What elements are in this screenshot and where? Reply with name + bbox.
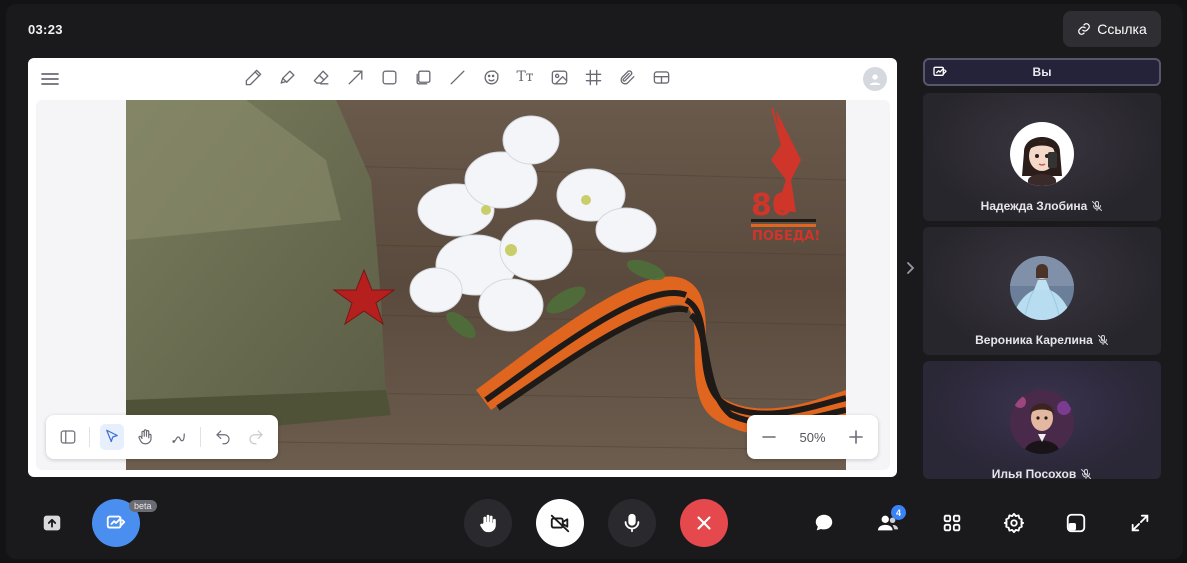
image-icon (551, 69, 567, 85)
laser-tool-button[interactable] (167, 424, 190, 450)
undo-button[interactable] (211, 424, 234, 450)
participant-name-text: Надежда Злобина (980, 199, 1088, 213)
chat-button[interactable] (810, 509, 838, 537)
minus-icon (762, 436, 776, 438)
participant-name: Илья Посохов (923, 467, 1161, 479)
copy-link-button[interactable]: Ссылка (1063, 11, 1161, 47)
fullscreen-button[interactable] (1126, 509, 1154, 537)
self-label: Вы (1032, 65, 1052, 79)
call-timer: 03:23 (28, 22, 63, 37)
upload-icon (43, 515, 61, 531)
line-icon (449, 69, 465, 85)
user-avatar-button[interactable] (863, 67, 887, 91)
participant-tile[interactable]: Илья Посохов (923, 361, 1161, 479)
participant-name-text: Илья Посохов (991, 467, 1077, 479)
hand-icon (480, 514, 496, 533)
whiteboard-icon (106, 515, 126, 529)
whiteboard: Tт 80 ПОБЕДА! 50% (28, 58, 897, 477)
camera-toggle-button[interactable] (536, 499, 584, 547)
zoom-level: 50% (799, 429, 826, 445)
pencil-tool[interactable] (242, 66, 264, 88)
camera-off-icon (550, 514, 570, 533)
pan-tool-button[interactable] (134, 424, 157, 450)
beta-badge: beta (129, 500, 157, 512)
grid-icon (943, 514, 961, 532)
hand-icon (138, 429, 152, 445)
raise-hand-button[interactable] (464, 499, 512, 547)
navigation-toolbar (46, 415, 278, 459)
undo-icon (216, 430, 230, 445)
participants-count-badge: 4 (891, 505, 906, 520)
avatar (1010, 390, 1074, 454)
layout-grid-button[interactable] (938, 509, 966, 537)
panel-toggle-button[interactable] (56, 424, 79, 450)
participant-tile[interactable]: Надежда Злобина (923, 93, 1161, 221)
participant-name: Надежда Злобина (923, 199, 1161, 213)
link-icon (1078, 23, 1091, 35)
gear-icon (1003, 512, 1025, 534)
rectangle-icon (381, 69, 397, 85)
table-icon (653, 70, 669, 84)
avatar (1010, 122, 1074, 186)
pip-icon (1066, 513, 1086, 533)
end-call-button[interactable] (680, 499, 728, 547)
text-icon: Tт (516, 69, 534, 85)
eraser-tool[interactable] (310, 66, 332, 88)
toolbar-divider (89, 427, 91, 447)
grid-tool[interactable] (582, 66, 604, 88)
arrow-icon (347, 69, 363, 85)
redo-button[interactable] (245, 424, 268, 450)
arrow-tool[interactable] (344, 66, 366, 88)
user-icon (869, 74, 881, 85)
expand-icon (1131, 514, 1149, 532)
zoom-control: 50% (747, 415, 878, 459)
picture-in-picture-button[interactable] (1062, 509, 1090, 537)
menu-icon[interactable] (40, 70, 60, 88)
mic-off-icon (1097, 335, 1108, 345)
marker-tool[interactable] (276, 66, 298, 88)
table-tool[interactable] (650, 66, 672, 88)
close-icon (697, 516, 711, 530)
redo-icon (249, 430, 263, 445)
attachment-tool[interactable] (616, 66, 638, 88)
settings-button[interactable] (1000, 509, 1028, 537)
laser-pointer-icon (172, 433, 185, 443)
plus-icon (849, 430, 863, 444)
chat-bubble-icon (815, 514, 833, 531)
microphone-button[interactable] (608, 499, 656, 547)
cursor-icon (106, 429, 118, 443)
sticky-note-icon (415, 69, 431, 85)
sidebar-panel-icon (60, 430, 76, 444)
whiteboard-toolbar: Tт (28, 58, 897, 100)
select-tool-button[interactable] (100, 424, 124, 450)
attachment-icon (620, 69, 635, 84)
line-tool[interactable] (446, 66, 468, 88)
mic-off-icon (1081, 469, 1092, 479)
eraser-icon (313, 69, 329, 85)
toolbar-divider (200, 427, 202, 447)
rectangle-tool[interactable] (378, 66, 400, 88)
marker-icon (279, 69, 295, 84)
chevron-right-icon[interactable] (903, 260, 917, 276)
zoom-out-button[interactable] (759, 427, 779, 447)
image-tool[interactable] (548, 66, 570, 88)
text-tool[interactable]: Tт (514, 66, 536, 88)
avatar (1010, 256, 1074, 320)
sticker-icon (484, 69, 499, 84)
participant-name-text: Вероника Карелина (975, 333, 1093, 347)
victory-badge-number: 80 (751, 188, 793, 223)
victory-badge-word: ПОБЕДА! (752, 229, 820, 244)
grid-icon (585, 69, 601, 85)
pencil-icon (245, 69, 261, 85)
sticky-note-tool[interactable] (412, 66, 434, 88)
participant-tile[interactable]: Вероника Карелина (923, 227, 1161, 355)
self-tile[interactable]: Вы (923, 58, 1161, 86)
share-screen-button[interactable] (38, 509, 66, 537)
sticker-tool[interactable] (480, 66, 502, 88)
copy-link-label: Ссылка (1097, 21, 1147, 37)
mic-off-icon (1092, 201, 1103, 211)
microphone-icon (624, 513, 640, 533)
zoom-in-button[interactable] (846, 427, 866, 447)
participant-name: Вероника Карелина (923, 333, 1161, 347)
